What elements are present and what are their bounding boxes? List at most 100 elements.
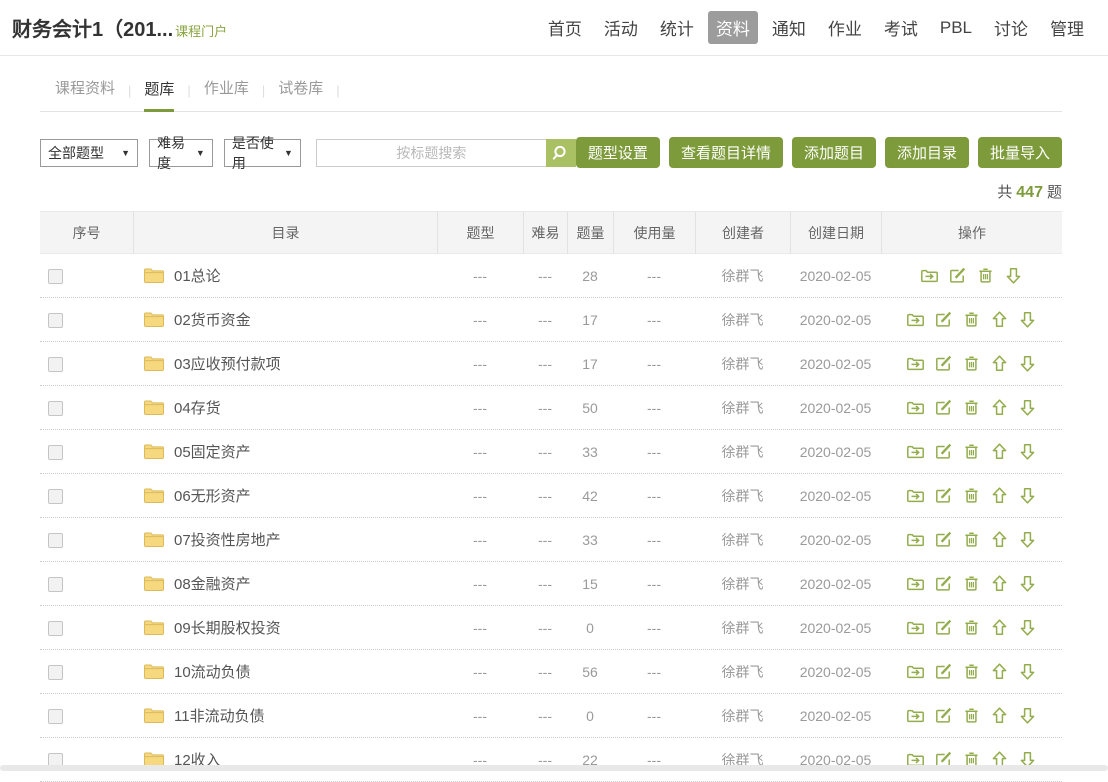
directory-name[interactable]: 11非流动负债: [174, 705, 265, 726]
row-checkbox[interactable]: [48, 577, 63, 592]
directory-name[interactable]: 03应收预付款项: [174, 353, 281, 374]
nav-item[interactable]: 考试: [876, 11, 926, 44]
move-to-folder-icon[interactable]: [906, 486, 925, 505]
edit-icon[interactable]: [934, 662, 953, 681]
move-up-icon[interactable]: [990, 530, 1009, 549]
move-up-icon[interactable]: [990, 442, 1009, 461]
move-down-icon[interactable]: [1018, 442, 1037, 461]
edit-icon[interactable]: [934, 486, 953, 505]
directory-name[interactable]: 09长期股权投资: [174, 617, 281, 638]
delete-icon[interactable]: [962, 574, 981, 593]
delete-icon[interactable]: [962, 706, 981, 725]
edit-icon[interactable]: [934, 530, 953, 549]
edit-icon[interactable]: [934, 618, 953, 637]
move-to-folder-icon[interactable]: [920, 266, 939, 285]
move-to-folder-icon[interactable]: [906, 398, 925, 417]
move-to-folder-icon[interactable]: [906, 310, 925, 329]
row-checkbox[interactable]: [48, 313, 63, 328]
move-to-folder-icon[interactable]: [906, 574, 925, 593]
edit-icon[interactable]: [934, 442, 953, 461]
move-down-icon[interactable]: [1018, 398, 1037, 417]
move-to-folder-icon[interactable]: [906, 354, 925, 373]
move-up-icon[interactable]: [990, 398, 1009, 417]
tab[interactable]: 课程资料: [55, 77, 115, 111]
move-up-icon[interactable]: [990, 486, 1009, 505]
row-checkbox[interactable]: [48, 357, 63, 372]
action-button[interactable]: 添加题目: [792, 137, 876, 168]
usage-select[interactable]: 是否使用 ▼: [224, 139, 301, 167]
move-up-icon[interactable]: [990, 574, 1009, 593]
row-checkbox[interactable]: [48, 269, 63, 284]
horizontal-scrollbar[interactable]: [0, 765, 1108, 771]
move-to-folder-icon[interactable]: [906, 530, 925, 549]
directory-name[interactable]: 02货币资金: [174, 309, 251, 330]
move-down-icon[interactable]: [1018, 574, 1037, 593]
directory-name[interactable]: 07投资性房地产: [174, 529, 281, 550]
delete-icon[interactable]: [962, 618, 981, 637]
move-down-icon[interactable]: [1018, 706, 1037, 725]
row-checkbox[interactable]: [48, 445, 63, 460]
move-to-folder-icon[interactable]: [906, 618, 925, 637]
move-up-icon[interactable]: [990, 618, 1009, 637]
move-down-icon[interactable]: [1018, 310, 1037, 329]
move-down-icon[interactable]: [1018, 662, 1037, 681]
action-button[interactable]: 批量导入: [978, 137, 1062, 168]
search-button[interactable]: [546, 139, 576, 167]
row-checkbox[interactable]: [48, 621, 63, 636]
row-checkbox[interactable]: [48, 489, 63, 504]
move-up-icon[interactable]: [990, 354, 1009, 373]
move-up-icon[interactable]: [990, 662, 1009, 681]
move-down-icon[interactable]: [1018, 530, 1037, 549]
move-down-icon[interactable]: [1018, 486, 1037, 505]
delete-icon[interactable]: [976, 266, 995, 285]
nav-item[interactable]: 统计: [652, 11, 702, 44]
action-button[interactable]: 题型设置: [576, 137, 660, 168]
edit-icon[interactable]: [934, 398, 953, 417]
row-checkbox[interactable]: [48, 533, 63, 548]
edit-icon[interactable]: [934, 706, 953, 725]
delete-icon[interactable]: [962, 530, 981, 549]
tab[interactable]: 作业库: [204, 77, 249, 111]
delete-icon[interactable]: [962, 310, 981, 329]
directory-name[interactable]: 04存货: [174, 397, 221, 418]
delete-icon[interactable]: [962, 398, 981, 417]
edit-icon[interactable]: [934, 354, 953, 373]
edit-icon[interactable]: [934, 310, 953, 329]
directory-name[interactable]: 05固定资产: [174, 441, 251, 462]
delete-icon[interactable]: [962, 662, 981, 681]
move-down-icon[interactable]: [1018, 354, 1037, 373]
nav-item[interactable]: 管理: [1042, 11, 1092, 44]
edit-icon[interactable]: [934, 574, 953, 593]
move-to-folder-icon[interactable]: [906, 442, 925, 461]
delete-icon[interactable]: [962, 354, 981, 373]
course-portal-link[interactable]: 课程门户: [175, 15, 227, 40]
move-down-icon[interactable]: [1018, 618, 1037, 637]
move-to-folder-icon[interactable]: [906, 706, 925, 725]
row-checkbox[interactable]: [48, 709, 63, 724]
nav-item[interactable]: 资料: [708, 11, 758, 44]
nav-item[interactable]: 讨论: [986, 11, 1036, 44]
edit-icon[interactable]: [948, 266, 967, 285]
move-up-icon[interactable]: [990, 310, 1009, 329]
delete-icon[interactable]: [962, 442, 981, 461]
action-button[interactable]: 查看题目详情: [669, 137, 783, 168]
row-checkbox[interactable]: [48, 401, 63, 416]
delete-icon[interactable]: [962, 486, 981, 505]
tab[interactable]: 试卷库: [278, 77, 323, 111]
nav-item[interactable]: 作业: [820, 11, 870, 44]
action-button[interactable]: 添加目录: [885, 137, 969, 168]
question-type-select[interactable]: 全部题型 ▼: [40, 139, 138, 167]
directory-name[interactable]: 06无形资产: [174, 485, 251, 506]
directory-name[interactable]: 08金融资产: [174, 573, 251, 594]
directory-name[interactable]: 01总论: [174, 265, 221, 286]
move-up-icon[interactable]: [990, 706, 1009, 725]
row-checkbox[interactable]: [48, 665, 63, 680]
tab[interactable]: 题库: [144, 78, 174, 112]
nav-item[interactable]: PBL: [932, 14, 980, 42]
nav-item[interactable]: 首页: [540, 11, 590, 44]
move-down-icon[interactable]: [1004, 266, 1023, 285]
search-input[interactable]: [316, 139, 546, 167]
nav-item[interactable]: 活动: [596, 11, 646, 44]
move-to-folder-icon[interactable]: [906, 662, 925, 681]
nav-item[interactable]: 通知: [764, 11, 814, 44]
